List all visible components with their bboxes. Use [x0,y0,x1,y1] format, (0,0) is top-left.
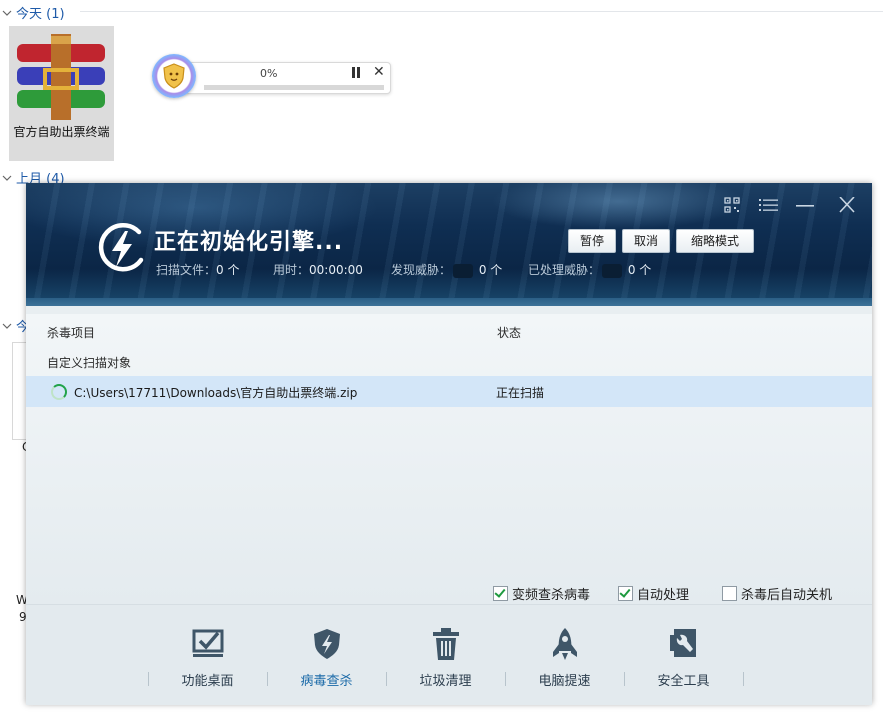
close-icon[interactable] [838,197,856,213]
tool-cleanup[interactable]: 垃圾清理 [386,605,505,705]
progress-percent: 0% [260,67,278,80]
stat-value: 0 个 [216,263,240,277]
stat-time: 用时：00:00:00 [273,261,363,278]
tool-label: 垃圾清理 [419,674,472,689]
desktop-check-icon [192,629,224,657]
close-icon[interactable]: ✕ [373,65,385,79]
stat-label: 发现威胁： [391,263,452,277]
option-label: 变频查杀病毒 [512,588,591,603]
scan-target-path: C:\Users\17711\Downloads\官方自助出票终端.zip [74,386,358,400]
group-divider [80,11,883,12]
file-item[interactable]: 官方自助出票终端 [9,26,114,161]
group-header-earlier[interactable]: 今 [0,316,29,335]
group-header-today[interactable]: 今天 (1) [0,3,65,22]
stat-pill [602,263,623,278]
option-adaptive-scan[interactable]: 变频查杀病毒 [493,584,590,603]
lion-shield-icon [152,54,196,98]
mini-scan-progress: 0% ✕ [152,54,391,102]
chevron-down-icon [2,323,12,329]
tool-label: 功能桌面 [181,674,234,689]
stat-label: 已处理威胁： [528,263,601,277]
checkbox[interactable] [618,586,633,601]
tool-virus-scan[interactable]: 病毒查杀 [267,605,386,705]
scan-title: 正在初始化引擎... [154,230,344,255]
lightning-shield-icon [98,223,144,272]
cancel-button[interactable]: 取消 [622,229,670,253]
rocket-icon [553,628,577,660]
stat-label: 扫描文件： [156,263,217,277]
column-header-item[interactable]: 杀毒项目 [47,324,95,341]
pause-button[interactable]: 暂停 [568,229,616,253]
checkbox[interactable] [493,586,508,601]
stat-value: 00:00:00 [309,263,363,277]
stat-value: 0 个 [478,263,503,277]
progress-bar [204,85,384,90]
tool-desktop[interactable]: 功能桌面 [148,605,267,705]
menu-icon[interactable] [759,197,779,213]
tool-label: 病毒查杀 [300,674,353,689]
chevron-down-icon [2,10,12,16]
option-label: 自动处理 [637,588,690,603]
checkbox[interactable] [722,586,737,601]
tool-security-tools[interactable]: 安全工具 [624,605,743,705]
loading-spinner-icon [51,384,67,400]
compact-mode-button[interactable]: 缩略模式 [676,229,754,253]
tool-separator [743,672,744,686]
stat-threats: 发现威胁： 0 个 [391,261,502,278]
stat-pill [453,263,474,278]
tool-bar: 功能桌面 病毒查杀 垃圾清理 电脑提速 安全工具 [26,604,872,705]
pause-icon[interactable] [351,67,361,78]
tool-label: 电脑提速 [538,674,591,689]
shield-bolt-icon [314,629,340,659]
table-row[interactable]: C:\Users\17711\Downloads\官方自助出票终端.zip 正在… [26,376,872,407]
qr-code-icon[interactable] [724,197,740,213]
trash-icon [433,628,459,660]
stat-value: 0 个 [627,263,652,277]
header-floor [26,298,872,306]
file-name: 官方自助出票终端 [13,125,110,139]
option-auto-shutdown[interactable]: 杀毒后自动关机 [722,584,832,603]
chevron-down-icon [2,175,12,181]
stat-label: 用时： [273,263,310,277]
stat-files: 扫描文件：0 个 [156,261,239,278]
option-auto-handle[interactable]: 自动处理 [618,584,689,603]
scanner-header: 正在初始化引擎... 扫描文件：0 个 用时：00:00:00 发现威胁： 0 … [26,183,872,306]
scan-results-panel: 杀毒项目 状态 自定义扫描对象 C:\Users\17711\Downloads… [26,314,872,604]
group-label: 今天 (1) [16,7,65,22]
scanner-window: 正在初始化引擎... 扫描文件：0 个 用时：00:00:00 发现威胁： 0 … [26,183,872,705]
scan-target-status: 正在扫描 [496,386,545,400]
toolbox-icon [670,629,696,657]
tool-label: 安全工具 [657,674,710,689]
option-label: 杀毒后自动关机 [741,588,833,603]
section-label: 自定义扫描对象 [47,356,132,370]
column-header-status[interactable]: 状态 [497,324,521,341]
stat-handled: 已处理威胁： 0 个 [528,261,651,278]
tool-speedup[interactable]: 电脑提速 [505,605,624,705]
minimize-icon[interactable] [795,197,815,213]
winrar-archive-icon [17,34,105,120]
